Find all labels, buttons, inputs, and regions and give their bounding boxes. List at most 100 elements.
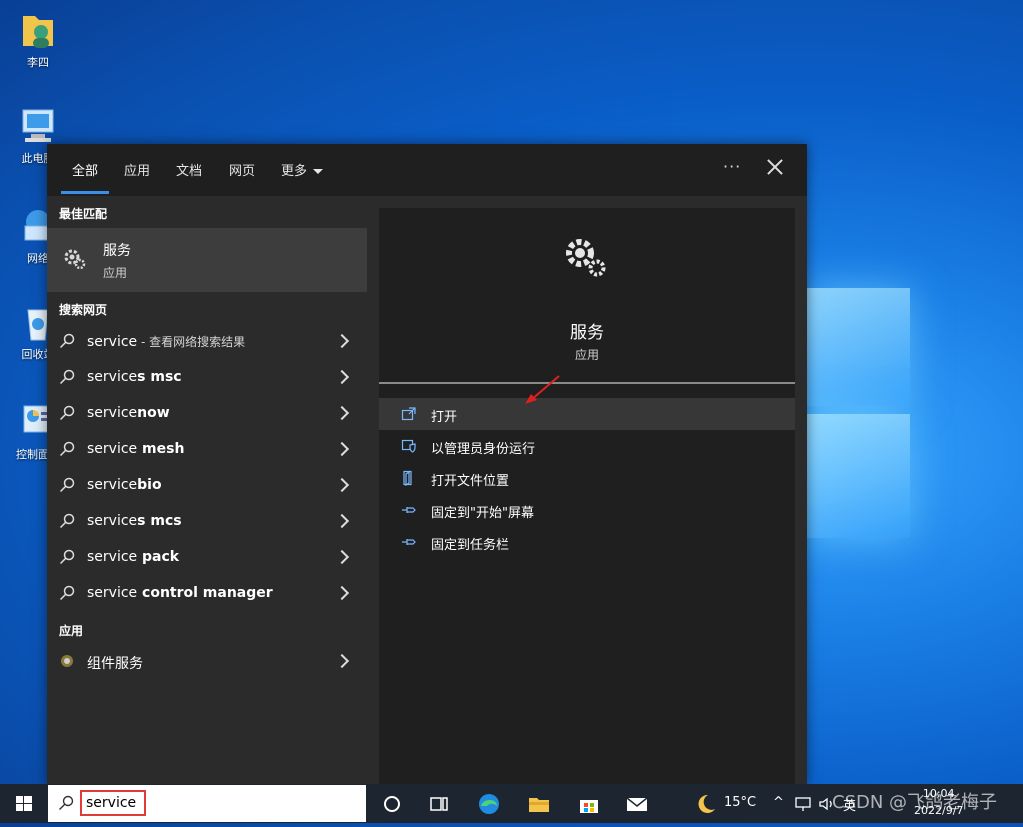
red-highlight-box (80, 790, 146, 816)
active-tab-indicator (61, 191, 109, 194)
preview-title: 服务 (570, 323, 604, 343)
chevron-right-icon[interactable] (334, 653, 350, 669)
web-result-query: service (87, 549, 138, 565)
open-icon (401, 407, 416, 421)
web-result-row[interactable]: service mesh (47, 432, 367, 468)
desktop-icon-user-folder[interactable]: 李四 (6, 10, 70, 70)
web-result-query: service (87, 441, 138, 457)
web-result-suggestion: now (137, 405, 170, 421)
action-label: 打开 (431, 410, 458, 425)
tab-more-label: 更多 (281, 164, 308, 179)
chevron-right-icon[interactable] (334, 369, 350, 385)
computer-icon (19, 106, 57, 146)
close-icon[interactable] (764, 156, 786, 178)
weather-moon-icon[interactable] (694, 792, 718, 816)
action-pin-to-start[interactable]: 固定到"开始"屏幕 (379, 494, 795, 526)
web-result-suggestion: s mcs (137, 513, 182, 529)
web-result-suggestion: pack (137, 549, 180, 565)
search-icon (59, 333, 75, 349)
web-result-query: service (87, 585, 138, 601)
preview-card: 服务 应用 打开 以管理员身份运行 打开文件位置 固定到"开始"屏幕 固定到任务… (379, 208, 795, 784)
section-best-match: 最佳匹配 (59, 207, 108, 221)
search-icon (59, 369, 75, 385)
web-result-row[interactable]: servicenow (47, 396, 367, 432)
section-apps: 应用 (59, 624, 84, 638)
taskbar-search-box[interactable]: service (48, 785, 366, 822)
file-explorer-icon[interactable] (527, 792, 551, 816)
chevron-up-icon[interactable]: ^ (773, 795, 784, 810)
edge-browser-icon[interactable] (477, 792, 501, 816)
preview-pane: 服务 应用 打开 以管理员身份运行 打开文件位置 固定到"开始"屏幕 固定到任务… (367, 196, 807, 784)
action-pin-to-taskbar[interactable]: 固定到任务栏 (379, 526, 795, 558)
services-gear-icon (566, 239, 606, 277)
chevron-right-icon[interactable] (334, 549, 350, 565)
web-result-row[interactable]: servicebio (47, 468, 367, 504)
search-icon (59, 513, 75, 529)
chevron-right-icon[interactable] (334, 441, 350, 457)
action-open-file-location[interactable]: 打开文件位置 (379, 462, 795, 494)
best-match-result[interactable]: 服务 应用 (47, 228, 367, 292)
tab-apps[interactable]: 应用 (124, 160, 150, 179)
chevron-right-icon[interactable] (334, 513, 350, 529)
tab-documents[interactable]: 文档 (176, 160, 202, 179)
search-icon (59, 585, 75, 601)
web-result-query: service (87, 405, 138, 421)
results-list: 最佳匹配 服务 应用 搜索网页 service - 查看网络搜索结果 servi… (47, 196, 367, 784)
web-result-query: service (87, 369, 138, 385)
web-result-suggestion: s msc (137, 369, 182, 385)
app-result-row[interactable]: 组件服务 (47, 644, 367, 680)
chevron-right-icon[interactable] (334, 333, 350, 349)
task-view-icon[interactable] (427, 792, 451, 816)
pin-icon (402, 539, 416, 545)
search-panel: 全部 应用 文档 网页 更多 ··· 最佳匹配 服务 应用 搜索网页 servi… (47, 144, 807, 784)
cortana-icon[interactable] (380, 792, 404, 816)
app-result-name: 组件服务 (87, 656, 143, 672)
windows-logo-icon (16, 796, 32, 811)
web-result-suggestion: bio (137, 477, 162, 493)
web-result-row[interactable]: services mcs (47, 504, 367, 540)
search-icon (59, 549, 75, 565)
action-label: 打开文件位置 (431, 474, 510, 489)
microsoft-store-icon[interactable] (577, 792, 601, 816)
component-services-icon (61, 655, 73, 667)
pin-icon (402, 507, 416, 513)
web-result-row[interactable]: service pack (47, 540, 367, 576)
best-match-type: 应用 (103, 266, 128, 280)
shield-icon (401, 439, 416, 453)
chevron-right-icon[interactable] (334, 405, 350, 421)
action-open[interactable]: 打开 (379, 398, 795, 430)
action-label: 以管理员身份运行 (431, 442, 536, 457)
chevron-right-icon[interactable] (334, 477, 350, 493)
search-icon (59, 405, 75, 421)
weather-temperature[interactable]: 15°C (724, 795, 756, 810)
tab-web[interactable]: 网页 (229, 160, 255, 179)
web-result-row[interactable]: service control manager (47, 576, 367, 612)
red-annotation-arrow (525, 375, 560, 404)
preview-divider (379, 382, 795, 384)
chevron-down-icon (313, 169, 324, 174)
action-label: 固定到"开始"屏幕 (431, 506, 534, 521)
file-location-icon (403, 470, 412, 486)
csdn-watermark: CSDN @飞鸽老梅子 (832, 792, 998, 813)
web-result-query: service (87, 513, 138, 529)
more-options-button[interactable]: ··· (723, 157, 741, 176)
user-folder-icon (19, 10, 57, 50)
web-result-row[interactable]: service - 查看网络搜索结果 (47, 324, 367, 360)
action-label: 固定到任务栏 (431, 538, 510, 553)
web-result-row[interactable]: services msc (47, 360, 367, 396)
chevron-right-icon[interactable] (334, 585, 350, 601)
action-run-as-admin[interactable]: 以管理员身份运行 (379, 430, 795, 462)
start-button[interactable] (0, 784, 48, 823)
network-icon[interactable] (794, 795, 812, 813)
tab-more[interactable]: 更多 (281, 160, 324, 179)
best-match-name: 服务 (103, 243, 131, 259)
desktop-icon-label: 李四 (27, 56, 49, 69)
web-result-suggestion: mesh (137, 441, 185, 457)
wallpaper-windows-logo (806, 288, 916, 538)
services-gear-icon (64, 249, 86, 270)
preview-type: 应用 (574, 348, 599, 362)
search-tabs-bar: 全部 应用 文档 网页 更多 ··· (47, 144, 807, 196)
mail-icon[interactable] (625, 792, 649, 816)
tab-all[interactable]: 全部 (72, 160, 98, 179)
search-icon (59, 441, 75, 457)
